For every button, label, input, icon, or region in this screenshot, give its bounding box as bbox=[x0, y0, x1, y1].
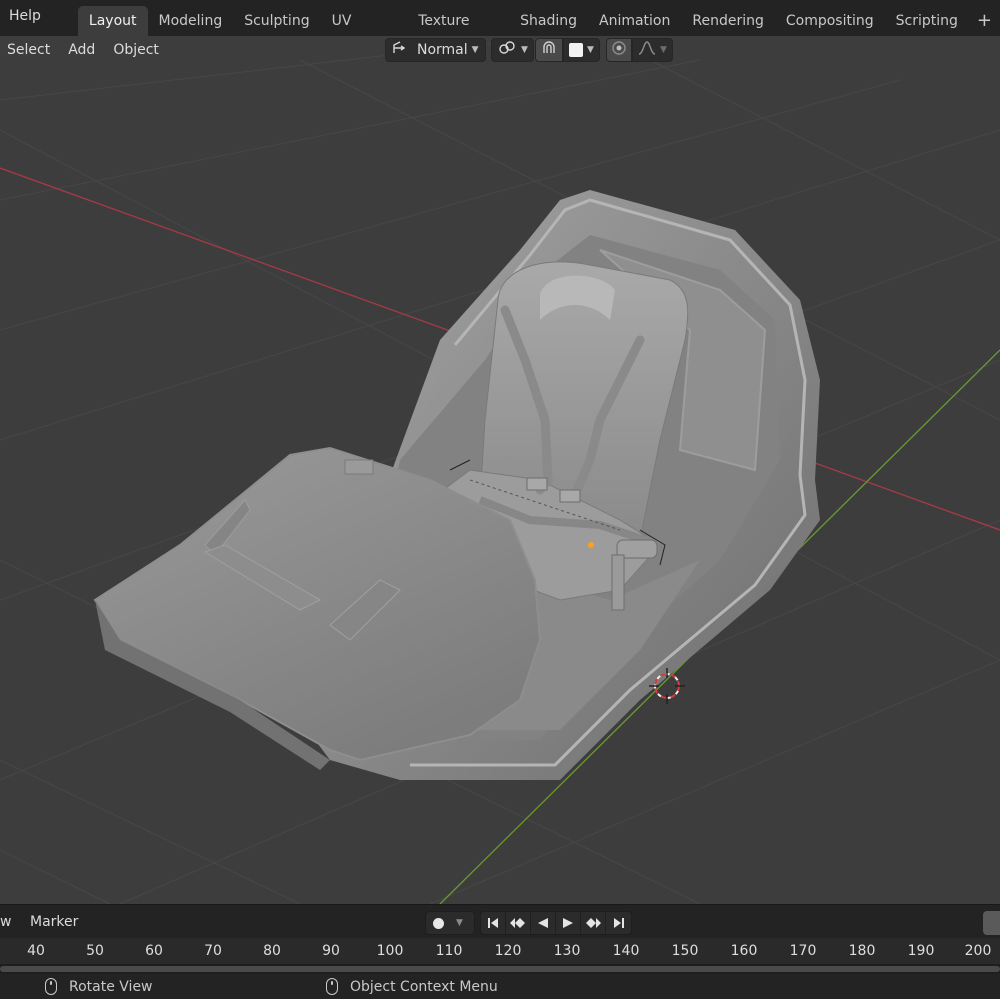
transform-orientation-dropdown[interactable]: Normal ▼ bbox=[385, 38, 486, 62]
frame-tick: 70 bbox=[204, 943, 222, 959]
workspace-topbar: Help Layout Modeling Sculpting UV Editin… bbox=[0, 0, 1000, 59]
status-bar: Rotate View Object Context Menu bbox=[0, 974, 1000, 999]
frame-tick: 100 bbox=[376, 943, 404, 959]
record-icon bbox=[433, 917, 444, 929]
workspace-tabs: Layout Modeling Sculpting UV Editing Tex… bbox=[77, 0, 1000, 59]
select-menu[interactable]: Select bbox=[0, 36, 59, 64]
object-menu[interactable]: Object bbox=[104, 36, 168, 64]
tab-scripting[interactable]: Scripting bbox=[885, 6, 969, 36]
snap-group: ▼ bbox=[535, 38, 600, 62]
tab-animation[interactable]: Animation bbox=[588, 6, 681, 36]
proportional-edit-toggle[interactable] bbox=[606, 38, 632, 62]
frame-tick: 190 bbox=[907, 943, 935, 959]
jump-start-icon[interactable] bbox=[481, 912, 506, 934]
jump-end-icon[interactable] bbox=[606, 912, 631, 934]
tab-compositing[interactable]: Compositing bbox=[775, 6, 885, 36]
frame-tick: 90 bbox=[322, 943, 340, 959]
mouse-right-icon bbox=[326, 978, 338, 995]
auto-keying-button[interactable]: ▼ bbox=[425, 911, 475, 935]
play-icon[interactable] bbox=[556, 912, 581, 934]
viewport-header: Select Add Object Normal ▼ ▼ ▼ ▼ bbox=[0, 36, 1000, 64]
frame-tick: 130 bbox=[553, 943, 581, 959]
frame-tick: 180 bbox=[848, 943, 876, 959]
frame-tick: 40 bbox=[27, 943, 45, 959]
timeline-ruler[interactable]: 40 50 60 70 80 90 100 110 120 130 140 15… bbox=[0, 938, 1000, 964]
proportional-edit-icon bbox=[611, 40, 627, 60]
chevron-down-icon: ▼ bbox=[587, 45, 594, 55]
3d-viewport[interactable] bbox=[0, 36, 1000, 904]
snap-magnet-icon bbox=[540, 40, 558, 60]
tab-shading[interactable]: Shading bbox=[509, 6, 588, 36]
tab-sculpting[interactable]: Sculpting bbox=[233, 6, 320, 36]
prev-keyframe-icon[interactable] bbox=[506, 912, 531, 934]
add-menu[interactable]: Add bbox=[59, 36, 104, 64]
frame-tick: 200 bbox=[964, 943, 992, 959]
marker-menu[interactable]: Marker bbox=[30, 905, 78, 939]
frame-tick: 170 bbox=[789, 943, 817, 959]
add-workspace-button[interactable]: + bbox=[969, 10, 1000, 31]
chevron-down-icon: ▼ bbox=[660, 45, 667, 55]
frame-tick: 60 bbox=[145, 943, 163, 959]
frame-tick: 160 bbox=[730, 943, 758, 959]
snap-target-dropdown[interactable]: ▼ bbox=[563, 38, 600, 62]
origin-dot bbox=[588, 542, 594, 548]
frame-tick: 110 bbox=[435, 943, 463, 959]
proportional-group: ▼ bbox=[606, 38, 673, 62]
snap-target-square-icon bbox=[569, 43, 583, 57]
pivot-link-icon bbox=[497, 40, 517, 60]
play-reverse-icon[interactable] bbox=[531, 912, 556, 934]
pivot-group: ▼ bbox=[491, 38, 534, 62]
chevron-down-icon: ▼ bbox=[456, 918, 463, 928]
frame-tick: 50 bbox=[86, 943, 104, 959]
tab-uv-editing[interactable]: UV Editing bbox=[321, 6, 408, 59]
kart-seat-model[interactable] bbox=[93, 190, 820, 780]
chevron-down-icon: ▼ bbox=[521, 45, 528, 55]
tab-modeling[interactable]: Modeling bbox=[148, 6, 234, 36]
status-hint-context-menu: Object Context Menu bbox=[326, 974, 498, 999]
frame-tick: 140 bbox=[612, 943, 640, 959]
frame-field-stub[interactable] bbox=[983, 911, 1000, 935]
timeline-scrollbar[interactable] bbox=[0, 964, 1000, 974]
frame-tick: 80 bbox=[263, 943, 281, 959]
status-hint-label: Rotate View bbox=[69, 978, 153, 995]
frame-tick: 150 bbox=[671, 943, 699, 959]
pivot-point-dropdown[interactable]: ▼ bbox=[491, 38, 534, 62]
tab-rendering[interactable]: Rendering bbox=[681, 6, 775, 36]
tab-texture-paint[interactable]: Texture Paint bbox=[407, 6, 509, 59]
orientation-icon bbox=[391, 40, 409, 60]
scrollbar-thumb[interactable] bbox=[0, 966, 1000, 972]
next-keyframe-icon[interactable] bbox=[581, 912, 606, 934]
status-hint-rotate: Rotate View bbox=[45, 974, 153, 999]
falloff-dropdown[interactable]: ▼ bbox=[632, 38, 673, 62]
tab-layout[interactable]: Layout bbox=[77, 6, 148, 36]
snap-toggle[interactable] bbox=[535, 38, 563, 62]
transform-orientation-group: Normal ▼ bbox=[385, 38, 486, 62]
chevron-down-icon: ▼ bbox=[471, 45, 479, 55]
help-menu[interactable]: Help bbox=[0, 8, 50, 24]
viewport-scene bbox=[0, 39, 1000, 904]
frame-tick: 120 bbox=[494, 943, 522, 959]
orientation-label: Normal bbox=[417, 42, 468, 58]
timeline-header: w Marker ▼ bbox=[0, 904, 1000, 938]
status-hint-label: Object Context Menu bbox=[350, 978, 498, 995]
falloff-curve-icon bbox=[638, 40, 656, 60]
mouse-middle-icon bbox=[45, 978, 57, 995]
playback-controls bbox=[480, 911, 632, 935]
view-menu[interactable]: w bbox=[0, 905, 11, 939]
